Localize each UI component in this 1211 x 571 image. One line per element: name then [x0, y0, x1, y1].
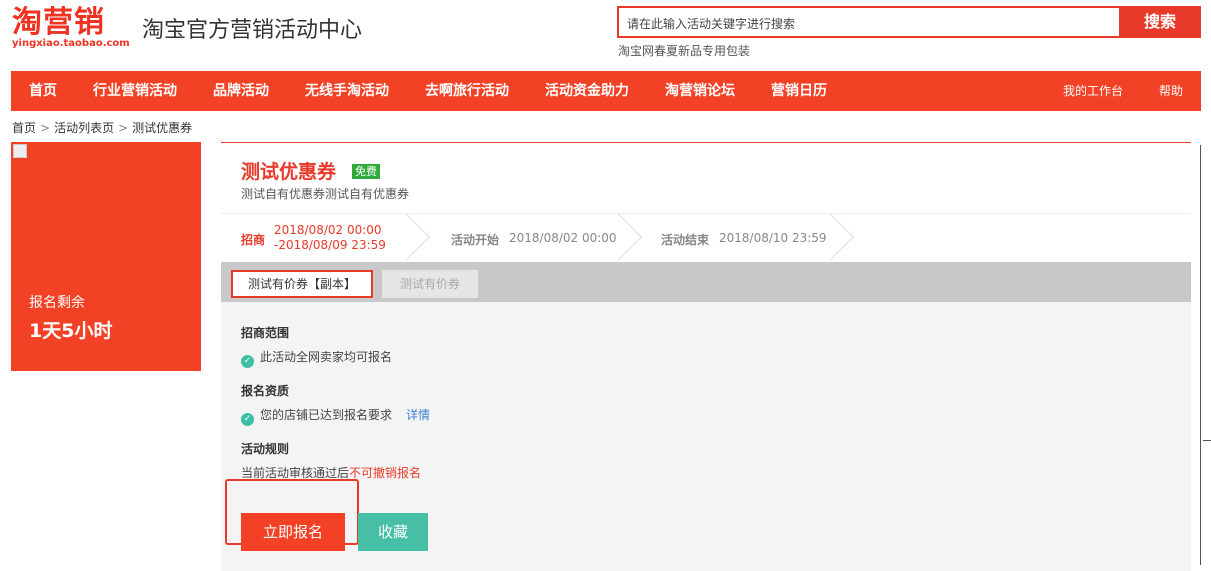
nav-item-brand[interactable]: 品牌活动 — [213, 71, 269, 111]
search-input[interactable]: 请在此输入活动关键字进行搜索 — [617, 6, 1121, 38]
breadcrumb-current: 测试优惠券 — [132, 121, 193, 135]
rules-title: 活动规则 — [241, 442, 290, 456]
rules-text: 当前活动审核通过后 — [241, 466, 350, 480]
details-link[interactable]: 详情 — [406, 408, 430, 422]
recruit-start: 2018/08/02 00:00 — [274, 223, 382, 237]
scope-line: ✓ 此活动全网卖家均可报名 — [241, 348, 392, 368]
recruit-label: 招商 — [241, 233, 266, 247]
nav-item-calendar[interactable]: 营销日历 — [771, 71, 827, 111]
qualification-title: 报名资质 — [241, 384, 290, 398]
start-label: 活动开始 — [451, 233, 500, 247]
broken-image-icon — [13, 144, 27, 158]
side-panel-edge — [1200, 145, 1201, 565]
tab-coupon-copy[interactable]: 测试有价券【副本】 — [231, 270, 373, 298]
rules-warning: 不可撤销报名 — [349, 466, 422, 480]
end-label: 活动结束 — [661, 233, 710, 247]
activity-detail: 测试优惠券 免费 测试自有优惠券测试自有优惠券 招商 2018/08/02 00… — [221, 142, 1191, 571]
nav-item-funding[interactable]: 活动资金助力 — [545, 71, 629, 111]
scope-title: 招商范围 — [241, 326, 290, 340]
search-hint-link[interactable]: 淘宝网春夏新品专用包装 — [618, 42, 750, 59]
nav-item-mobile[interactable]: 无线手淘活动 — [305, 71, 389, 111]
chevron-right-icon: > — [40, 121, 51, 135]
countdown-label: 报名剩余 — [29, 295, 85, 311]
search-button[interactable]: 搜索 — [1119, 6, 1201, 38]
activity-description: 测试自有优惠券测试自有优惠券 — [241, 187, 410, 201]
check-icon: ✓ — [241, 413, 254, 426]
countdown-value: 1天5小时 — [29, 320, 113, 342]
nav-item-help[interactable]: 帮助 — [1159, 71, 1183, 111]
free-badge: 免费 — [352, 164, 380, 179]
check-icon: ✓ — [241, 355, 254, 368]
tab-coupon[interactable]: 测试有价券 — [382, 270, 478, 298]
activity-timeline: 招商 2018/08/02 00:00 -2018/08/09 23:59 活动… — [221, 212, 1191, 263]
signup-button[interactable]: 立即报名 — [241, 513, 345, 551]
nav-item-forum[interactable]: 淘营销论坛 — [665, 71, 735, 111]
side-panel-edge — [1203, 440, 1211, 441]
chevron-right-icon: > — [118, 121, 129, 135]
taobao-yingxiao-logo[interactable]: 淘营销 yingxiao.taobao.com — [12, 5, 130, 50]
main-nav: 首页 行业营销活动 品牌活动 无线手淘活动 去啊旅行活动 活动资金助力 淘营销论… — [11, 71, 1201, 111]
logo-domain: yingxiao.taobao.com — [12, 38, 130, 49]
signup-countdown-panel: 报名剩余 1天5小时 — [11, 142, 201, 371]
favorite-button[interactable]: 收藏 — [358, 513, 428, 551]
nav-item-industry[interactable]: 行业营销活动 — [93, 71, 177, 111]
nav-item-workbench[interactable]: 我的工作台 — [1063, 71, 1123, 111]
site-title: 淘宝官方营销活动中心 — [142, 18, 363, 43]
qualification-text: 您的店铺已达到报名要求 — [260, 408, 393, 422]
breadcrumb-list[interactable]: 活动列表页 — [54, 121, 114, 135]
nav-item-home[interactable]: 首页 — [29, 71, 57, 111]
nav-item-travel[interactable]: 去啊旅行活动 — [425, 71, 509, 111]
recruit-end: -2018/08/09 23:59 — [274, 238, 386, 252]
activity-title: 测试优惠券 — [241, 161, 337, 183]
breadcrumb: 首页 > 活动列表页 > 测试优惠券 — [12, 119, 192, 136]
scope-text: 此活动全网卖家均可报名 — [260, 350, 393, 364]
coupon-tabs: 测试有价券【副本】 测试有价券 — [221, 262, 1191, 302]
breadcrumb-home[interactable]: 首页 — [12, 121, 36, 135]
logo-text: 淘营销 — [12, 5, 105, 40]
qualification-line: ✓ 您的店铺已达到报名要求 详情 — [241, 406, 430, 426]
